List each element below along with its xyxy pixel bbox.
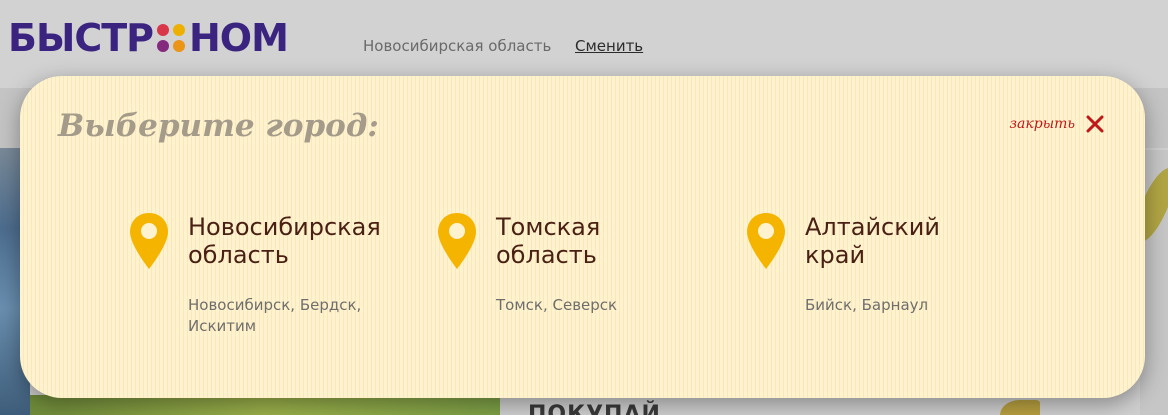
logo-dots-icon bbox=[157, 24, 185, 52]
region-cities: Бийск, Барнаул bbox=[805, 295, 1005, 316]
region-name-line: область bbox=[496, 241, 597, 269]
region-name: Алтайский край bbox=[805, 213, 1025, 269]
map-pin-icon bbox=[130, 213, 168, 269]
region-name-line: край bbox=[805, 241, 866, 269]
close-button[interactable]: закрыть bbox=[1009, 114, 1105, 134]
region-name-line: Томская bbox=[496, 213, 601, 241]
logo[interactable]: БЫСТР НОМ bbox=[8, 16, 289, 60]
map-pin-icon bbox=[747, 213, 785, 269]
background-promo-text: ПОКУПАЙ bbox=[528, 402, 661, 415]
leaf-decoration-icon bbox=[1000, 400, 1040, 415]
region-cities-line: Искитим bbox=[188, 317, 257, 335]
logo-text-right: НОМ bbox=[189, 16, 289, 60]
background-promo-image bbox=[30, 395, 500, 415]
region-cities: Томск, Северск bbox=[496, 295, 696, 316]
region-cities: Новосибирск, Бердск, Искитим bbox=[188, 295, 388, 337]
region-name-line: Алтайский bbox=[805, 213, 940, 241]
modal-title: Выберите город: bbox=[58, 108, 379, 144]
region-name-line: область bbox=[188, 241, 289, 269]
current-region: Новосибирская область bbox=[363, 37, 552, 55]
map-pin-icon bbox=[438, 213, 476, 269]
region-cities-line: Новосибирск, Бердск, bbox=[188, 296, 362, 314]
region-name-line: Новосибирская bbox=[188, 213, 381, 241]
close-icon bbox=[1086, 115, 1104, 133]
region-cities-line: Бийск, Барнаул bbox=[805, 296, 929, 314]
close-label: закрыть bbox=[1009, 116, 1075, 132]
region-cities-line: Томск, Северск bbox=[496, 296, 618, 314]
logo-text-left: БЫСТР bbox=[8, 16, 154, 60]
page-header: БЫСТР НОМ Новосибирская область Сменить bbox=[0, 0, 1168, 88]
change-region-link[interactable]: Сменить bbox=[575, 37, 643, 55]
city-select-modal: Выберите город: закрыть Новосибирская об… bbox=[20, 76, 1145, 398]
region-name: Томская область bbox=[496, 213, 716, 269]
region-name: Новосибирская область bbox=[188, 213, 408, 269]
